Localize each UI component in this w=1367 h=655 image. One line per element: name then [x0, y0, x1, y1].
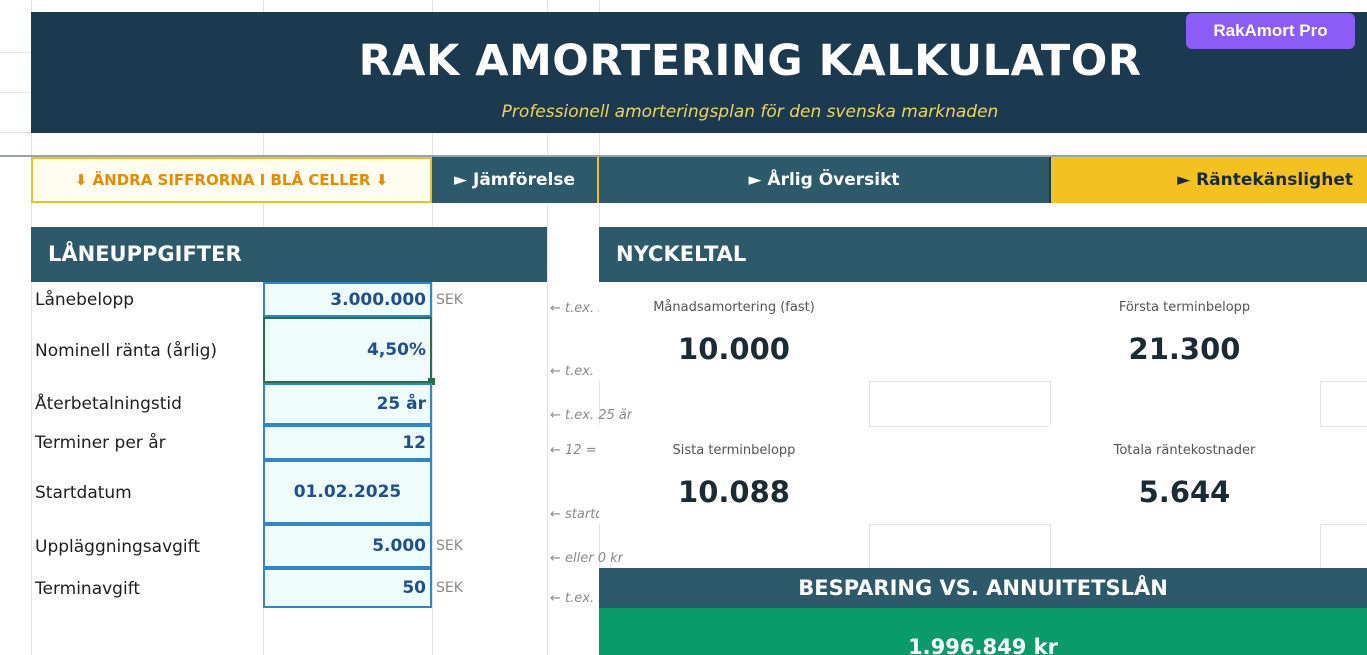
interest-rate-label: Nominell ränta (årlig) — [35, 341, 218, 361]
setup-fee-unit: SEK — [436, 538, 463, 554]
repayment-term-input[interactable]: 25 år — [263, 383, 432, 425]
kpi-card-monthly-amortization: Månadsamortering (fast) 10.000 — [599, 282, 869, 381]
start-date-hint: ← startd — [550, 507, 599, 522]
interest-rate-hint: ← t.ex. 0 — [550, 364, 599, 379]
period-fee-input[interactable]: 50 — [263, 568, 432, 608]
savings-value: 1.996.849 kr — [599, 608, 1367, 655]
loan-details-heading: LÅNEUPPGIFTER — [31, 227, 547, 282]
kpi-label: Månadsamortering (fast) — [653, 300, 815, 315]
period-fee-label: Terminavgift — [35, 579, 141, 599]
empty-cell — [869, 381, 1051, 427]
kpi-value: 10.088 — [678, 475, 790, 509]
repayment-term-hint: ← t.ex. 25 år — [550, 408, 633, 423]
kpi-label: Sista terminbelopp — [672, 443, 796, 458]
grid-line — [0, 92, 31, 93]
loan-amount-input[interactable]: 3.000.000 — [263, 282, 432, 317]
edit-instruction-banner: ⬇ ÄNDRA SIFFRORNA I BLÅ CELLER ⬇ — [31, 157, 432, 203]
empty-cell — [1320, 381, 1367, 427]
nav-button-annual-overview[interactable]: ► Årlig Översikt — [599, 157, 1049, 203]
page-subtitle: Professionell amorteringsplan för den sv… — [501, 102, 999, 122]
period-fee-unit: SEK — [436, 580, 463, 596]
nav-button-rate-sensitivity[interactable]: ► Räntekänslighet — [1049, 157, 1367, 203]
kpi-label: Totala räntekostnader — [1113, 443, 1256, 458]
page-title: RAK AMORTERING KALKULATOR — [358, 36, 1142, 86]
repayment-term-label: Återbetalningstid — [35, 394, 182, 414]
kpi-value: 21.300 — [1128, 332, 1241, 366]
setup-fee-input[interactable]: 5.000 — [263, 524, 432, 568]
setup-fee-hint: ← eller 0 kr — [550, 551, 623, 566]
empty-cell — [869, 524, 1051, 570]
periods-per-year-label: Terminer per år — [35, 433, 166, 453]
kpi-value: 10.000 — [678, 332, 790, 366]
loan-amount-hint: ← t.ex. 3 — [550, 301, 599, 316]
setup-fee-label: Uppläggningsavgift — [35, 537, 201, 557]
savings-heading: BESPARING VS. ANNUITETSLÅN — [599, 568, 1367, 608]
pro-upgrade-button[interactable]: RakAmort Pro — [1186, 13, 1355, 49]
loan-amount-label: Lånebelopp — [35, 290, 135, 310]
nav-button-comparison[interactable]: ► Jämförelse — [432, 157, 599, 203]
period-fee-hint: ← t.ex. 5 — [550, 591, 599, 606]
start-date-label: Startdatum — [35, 483, 132, 503]
kpi-label: Första terminbelopp — [1118, 300, 1251, 315]
start-date-input[interactable]: 01.02.2025 — [263, 460, 432, 524]
empty-cell — [1320, 524, 1367, 570]
periods-per-year-input[interactable]: 12 — [263, 425, 432, 460]
header-banner: RAK AMORTERING KALKULATOR Professionell … — [31, 12, 1367, 133]
kpi-value: 5.644 — [1138, 475, 1231, 509]
grid-line — [0, 132, 31, 133]
loan-amount-unit: SEK — [436, 292, 463, 308]
kpi-card-total-interest: Totala räntekostnader 5.644 — [1049, 425, 1320, 524]
key-figures-heading: NYCKELTAL — [599, 227, 1367, 282]
kpi-card-first-payment: Första terminbelopp 21.300 — [1049, 282, 1320, 381]
kpi-card-last-payment: Sista terminbelopp 10.088 — [599, 425, 869, 524]
interest-rate-input[interactable]: 4,50% — [263, 317, 432, 383]
periods-per-year-hint: ← 12 = — [550, 443, 597, 458]
